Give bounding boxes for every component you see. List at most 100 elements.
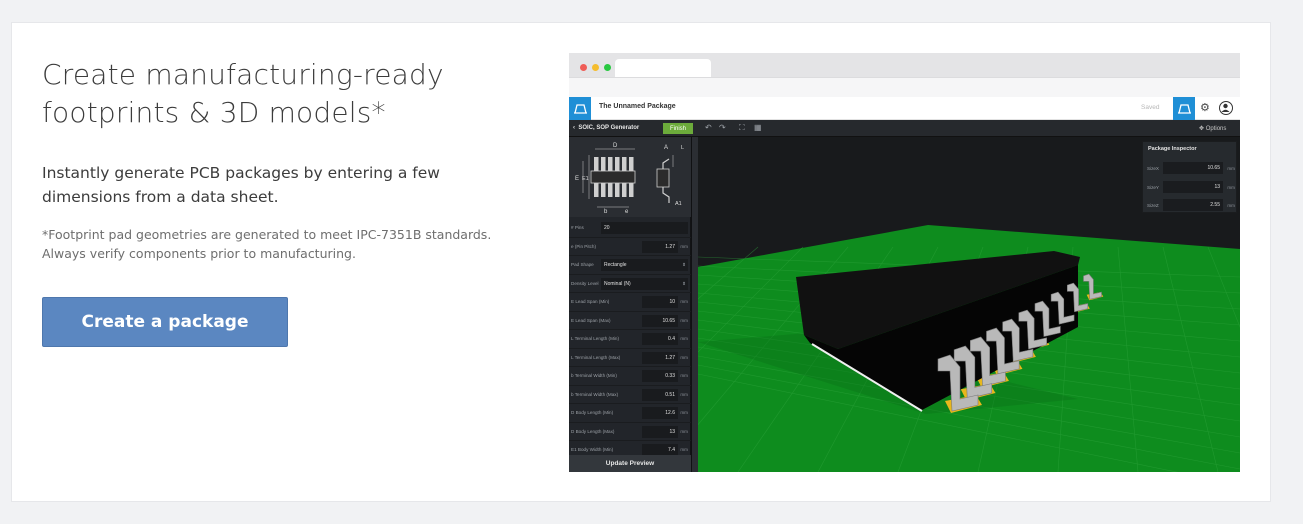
options-button[interactable]: ✥ Options [1199,125,1226,132]
inspector-label: SizeY [1147,184,1160,190]
inspector-row: SizeZ 2.55 mm [1143,197,1238,213]
package-view-button[interactable] [1173,97,1195,120]
parameter-label: D Body Length (Max) [571,428,615,434]
diagram-pin-bottom [601,183,606,197]
parameter-row: D Body Length (Max) 13 mm [569,423,691,441]
inspector-value[interactable]: 13 [1163,180,1223,193]
panel-resize-handle[interactable] [691,137,698,472]
diagram-pin-bottom [608,183,613,197]
page-headline: Create manufacturing-ready footprints & … [42,58,444,129]
window-close-dot [580,64,587,71]
parameter-input[interactable]: 10.65 [642,314,678,327]
editor-toolbar: ‹ SOIC, SOP Generator Finish ↶ ↷ ⛶ ▦ ✥ O… [569,120,1240,137]
lead-text: Instantly generate PCB packages by enter… [42,164,440,206]
parameter-unit: mm [680,428,688,434]
parameter-label: b Terminal Width (Min) [571,373,617,378]
redo-icon[interactable]: ↷ [719,123,726,132]
diagram-pin-bottom [615,183,620,197]
parameter-label: E1 Body Width (Min) [571,447,614,452]
inspector-value[interactable]: 10.65 [1163,162,1223,174]
diagram-pin-bottom [622,183,627,197]
parameter-select[interactable]: Rectangle [601,259,688,271]
parameter-label: L Terminal Length (Min) [571,336,620,341]
parameter-unit: mm [680,299,688,304]
diagram-pin-top [615,157,620,171]
parameter-unit: mm [680,354,688,360]
grid-view-icon[interactable]: ▦ [754,123,762,132]
diagram-label-a: A [664,145,668,151]
inspector-row: SizeX 10.65 mm [1143,160,1238,176]
diagram-label-b: b [604,209,608,215]
inspector-unit: mm [1227,203,1235,208]
parameter-row: Pad Shape Rectangle ⬍ [569,256,691,275]
parameter-label: # Pins [571,225,584,230]
parameter-unit: mm [680,317,688,323]
generator-title[interactable]: ‹ SOIC, SOP Generator [573,125,639,131]
fit-view-icon[interactable]: ⛶ [739,123,745,133]
parameter-input[interactable]: 13 [642,425,678,438]
package-logo-icon [569,97,591,120]
parameter-unit: mm [680,447,688,452]
parameter-sidebar: D E E1 b e A L A1 # Pins 20 e (Pin Pitch) 1… [569,137,691,472]
footnote-text: *Footprint pad geometries are generated … [42,227,492,261]
diagram-pin-top [622,157,627,171]
diagram-pin-top [629,157,634,171]
parameter-row: L Terminal Length (Max) 1.27 mm [569,349,691,367]
inspector-value[interactable]: 2.55 [1163,199,1223,211]
parameter-input[interactable]: 10 [642,296,678,308]
parameter-row: # Pins 20 [569,219,691,238]
diagram-pin-top [608,157,613,171]
browser-chrome [569,53,1240,97]
undo-icon[interactable]: ↶ [705,123,712,132]
diagram-label-a1: A1 [675,201,682,207]
diagram-label-e1: E1 [582,176,589,182]
parameter-row: E Lead Span (Min) 10 mm [569,293,691,312]
parameter-row: D Body Length (Min) 12.6 mm [569,404,691,423]
update-preview-button[interactable]: Update Preview [569,455,691,472]
parameter-select[interactable]: Nominal (N) [601,277,688,290]
parameter-input[interactable]: 0.33 [642,370,678,382]
inspector-label: SizeX [1147,166,1160,171]
window-minimize-dot [592,64,599,71]
app-header: The Unnamed Package Saved ⚙ [569,97,1240,120]
diagram-pin-top [594,157,599,171]
user-avatar-icon[interactable] [1219,101,1233,115]
parameter-unit: mm [680,336,688,341]
parameter-input[interactable]: 1.27 [642,351,678,364]
parameter-input[interactable]: 0.51 [642,388,678,401]
parameter-input[interactable]: 20 [601,222,688,234]
diagram-pin-top [601,157,606,171]
gear-icon[interactable]: ⚙ [1200,101,1210,114]
browser-tab [615,59,711,77]
diagram-label-d: D [613,143,618,149]
select-chevron-icon: ⬍ [682,262,686,267]
diagram-pin-bottom [629,183,634,197]
parameter-row: E Lead Span (Max) 10.65 mm [569,312,691,330]
parameter-label: L Terminal Length (Max) [571,354,621,360]
inspector-title: Package Inspector [1148,146,1197,152]
parameter-input[interactable]: 0.4 [642,333,678,345]
parameter-label: e (Pin Pitch) [571,243,597,249]
parameter-row: Density Level Nominal (N) ⬍ [569,275,691,293]
parameter-row: b Terminal Width (Max) 0.51 mm [569,386,691,404]
parameter-unit: mm [680,410,688,415]
parameter-label: b Terminal Width (Max) [571,391,619,397]
parameter-row: L Terminal Length (Min) 0.4 mm [569,330,691,349]
package-inspector: Package Inspector SizeX 10.65 mm SizeY 13 mm S… [1142,141,1237,213]
parameter-row: e (Pin Pitch) 1.27 mm [569,238,691,256]
window-maximize-dot [604,64,611,71]
parameter-input[interactable]: 12.6 [642,407,678,419]
app-screenshot: The Unnamed Package Saved ⚙ ‹ SOIC, SOP … [569,53,1240,472]
parameter-input[interactable]: 1.27 [642,240,678,253]
parameter-unit: mm [680,373,688,378]
inspector-unit: mm [1227,184,1235,190]
diagram-label-pitch: e [625,209,629,215]
diagram-pin-bottom [594,183,599,197]
parameter-row: b Terminal Width (Min) 0.33 mm [569,367,691,386]
finish-button[interactable]: Finish [663,123,693,134]
package-title: The Unnamed Package [599,103,676,110]
parameter-label: Pad Shape [571,262,594,267]
parameter-unit: mm [680,243,688,249]
select-chevron-icon: ⬍ [682,280,686,286]
create-package-button[interactable]: Create a package [42,297,288,347]
